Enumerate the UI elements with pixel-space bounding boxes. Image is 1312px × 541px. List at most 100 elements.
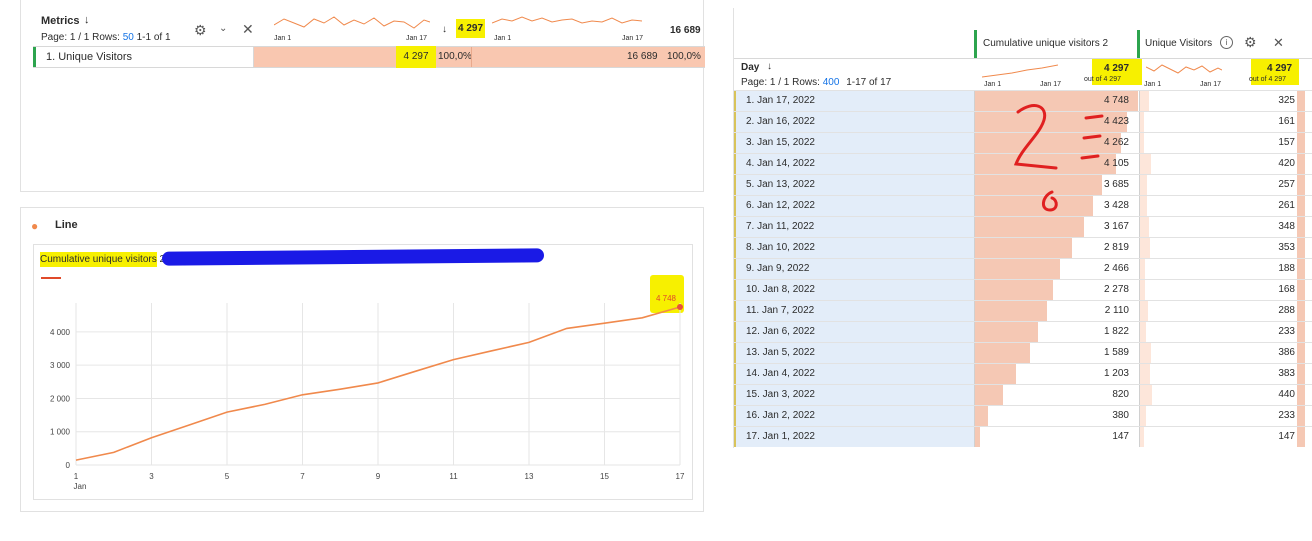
- sort-down-icon[interactable]: ↓: [767, 61, 772, 72]
- unique-bar: [1140, 217, 1150, 237]
- rows-per-page-select[interactable]: 50: [123, 32, 134, 43]
- overflow-bar: [1297, 280, 1305, 300]
- unique-bar: [1140, 154, 1152, 174]
- unique-bar: [1140, 196, 1148, 216]
- cumulative-bar: [975, 322, 1038, 342]
- y-tick-label: 3 000: [50, 361, 71, 370]
- spark1-start: Jan 1: [274, 35, 292, 42]
- overflow-bar: [1297, 112, 1305, 132]
- table-row[interactable]: 12. Jan 6, 2022 1 822 233: [734, 321, 1312, 342]
- unique-cell: 353: [1139, 238, 1297, 258]
- row-label[interactable]: 7. Jan 11, 2022: [734, 217, 974, 237]
- dimension-header[interactable]: Day: [741, 62, 759, 73]
- x-tick-label: 3: [149, 472, 154, 481]
- x-tick-label: 5: [225, 472, 230, 481]
- metrics-title[interactable]: Metrics: [41, 15, 80, 27]
- table-row[interactable]: 9. Jan 9, 2022 2 466 188: [734, 258, 1312, 279]
- unique-bar: [1140, 259, 1146, 279]
- spark2-end: Jan 17: [1200, 81, 1222, 88]
- row-label[interactable]: 16. Jan 2, 2022: [734, 406, 974, 426]
- table-row[interactable]: 8. Jan 10, 2022 2 819 353: [734, 237, 1312, 258]
- unique-cell: 188: [1139, 259, 1297, 279]
- pagination: Page: 1 / 1 Rows: 50 1-1 of 1: [41, 32, 171, 43]
- sort-arrow-icon[interactable]: ↓: [442, 24, 447, 35]
- row-label[interactable]: 1. Jan 17, 2022: [734, 91, 974, 111]
- spark2-end: Jan 17: [622, 35, 644, 42]
- table-row[interactable]: 15. Jan 3, 2022 820 440: [734, 384, 1312, 405]
- unique-cell: 440: [1139, 385, 1297, 405]
- row-label[interactable]: 10. Jan 8, 2022: [734, 280, 974, 300]
- row-label[interactable]: 17. Jan 1, 2022: [734, 427, 974, 447]
- rows-per-page-select[interactable]: 400: [823, 77, 840, 88]
- row-label[interactable]: 8. Jan 10, 2022: [734, 238, 974, 258]
- day-table-header: Day ↓ Page: 1 / 1 Rows: 400 1-17 of 17 J…: [734, 58, 1312, 90]
- cumulative-cell: 1 203: [974, 364, 1137, 384]
- table-row[interactable]: 10. Jan 8, 2022 2 278 168: [734, 279, 1312, 300]
- unique-value: 420: [1278, 158, 1295, 169]
- row-label[interactable]: 6. Jan 12, 2022: [734, 196, 974, 216]
- overflow-bar: [1297, 385, 1305, 405]
- table-row[interactable]: 14. Jan 4, 2022 1 203 383: [734, 363, 1312, 384]
- unique-value: 188: [1278, 263, 1295, 274]
- row-label[interactable]: 9. Jan 9, 2022: [734, 259, 974, 279]
- unique-bar: [1140, 322, 1147, 342]
- row-value-2: 16 689: [627, 51, 658, 62]
- metric2-total: 16 689: [670, 25, 701, 36]
- table-row[interactable]: 13. Jan 5, 2022 1 589 386: [734, 342, 1312, 363]
- sparkline-unique: [1146, 64, 1222, 74]
- table-row[interactable]: 1. Unique Visitors 4 297 100,0% 16 689 1…: [33, 46, 705, 68]
- info-icon[interactable]: i: [1220, 36, 1233, 49]
- page-info: Page: 1 / 1 Rows:: [41, 32, 120, 43]
- col2-header[interactable]: Unique Visitors i ⚙ ✕: [1137, 30, 1309, 58]
- unique-bar: [1140, 91, 1149, 111]
- metric1-total: 4 297: [456, 19, 486, 38]
- unique-bar: [1140, 133, 1145, 153]
- sort-down-icon[interactable]: ↓: [84, 14, 90, 26]
- line-visualization-panel: ● Line Cumulative unique visitors 2 [ 01…: [20, 207, 704, 512]
- row-label[interactable]: 14. Jan 4, 2022: [734, 364, 974, 384]
- pagination: Page: 1 / 1 Rows: 400 1-17 of 17: [741, 77, 891, 88]
- row-label[interactable]: 5. Jan 13, 2022: [734, 175, 974, 195]
- unique-value: 233: [1278, 410, 1295, 421]
- overflow-bar: [1297, 91, 1305, 111]
- overflow-bar: [1297, 322, 1305, 342]
- close-icon[interactable]: ✕: [1273, 35, 1284, 51]
- unique-value: 261: [1278, 200, 1295, 211]
- gear-icon[interactable]: ⚙: [1244, 34, 1257, 51]
- last-point: [677, 304, 683, 310]
- row-label[interactable]: 15. Jan 3, 2022: [734, 385, 974, 405]
- col1-header[interactable]: Cumulative unique visitors 2: [974, 30, 1137, 58]
- unique-cell: 233: [1139, 406, 1297, 426]
- row-label[interactable]: 12. Jan 6, 2022: [734, 322, 974, 342]
- table-row[interactable]: 11. Jan 7, 2022 2 110 288: [734, 300, 1312, 321]
- unique-bar: [1140, 175, 1147, 195]
- row-label[interactable]: 3. Jan 15, 2022: [734, 133, 974, 153]
- unique-value: 157: [1278, 137, 1295, 148]
- cumulative-value: 1 822: [1103, 326, 1129, 337]
- overflow-bar: [1297, 406, 1305, 426]
- unique-cell: 348: [1139, 217, 1297, 237]
- cumulative-bar: [975, 280, 1054, 300]
- gear-icon[interactable]: ⚙: [194, 22, 207, 39]
- col2-total: 4 297: [1267, 63, 1293, 74]
- cumulative-bar: [975, 364, 1017, 384]
- panel-title[interactable]: Line: [55, 219, 78, 231]
- row-label[interactable]: 11. Jan 7, 2022: [734, 301, 974, 321]
- unique-cell: 233: [1139, 322, 1297, 342]
- chevron-down-icon[interactable]: ⌄: [219, 23, 227, 34]
- close-icon[interactable]: ✕: [242, 21, 254, 38]
- row-label[interactable]: 4. Jan 14, 2022: [734, 154, 974, 174]
- unique-value: 348: [1278, 221, 1295, 232]
- unique-cell: 147: [1139, 427, 1297, 447]
- overflow-bar: [1297, 343, 1305, 363]
- row-label[interactable]: 1. Unique Visitors: [33, 47, 254, 67]
- line-chart: 01 0002 0003 0004 0001 3 5 7 9 11 13 15 17Jan4 7…: [50, 294, 685, 491]
- cumulative-cell: 2 466: [974, 259, 1137, 279]
- table-row[interactable]: 16. Jan 2, 2022 380 233: [734, 405, 1312, 426]
- overflow-bar: [1297, 175, 1305, 195]
- table-row[interactable]: 17. Jan 1, 2022 147 147: [734, 426, 1312, 447]
- col2-header-label: Unique Visitors: [1145, 38, 1213, 49]
- row-label[interactable]: 2. Jan 16, 2022: [734, 112, 974, 132]
- row-label[interactable]: 13. Jan 5, 2022: [734, 343, 974, 363]
- row-value-2-cell: 16 689 100,0%: [471, 47, 705, 67]
